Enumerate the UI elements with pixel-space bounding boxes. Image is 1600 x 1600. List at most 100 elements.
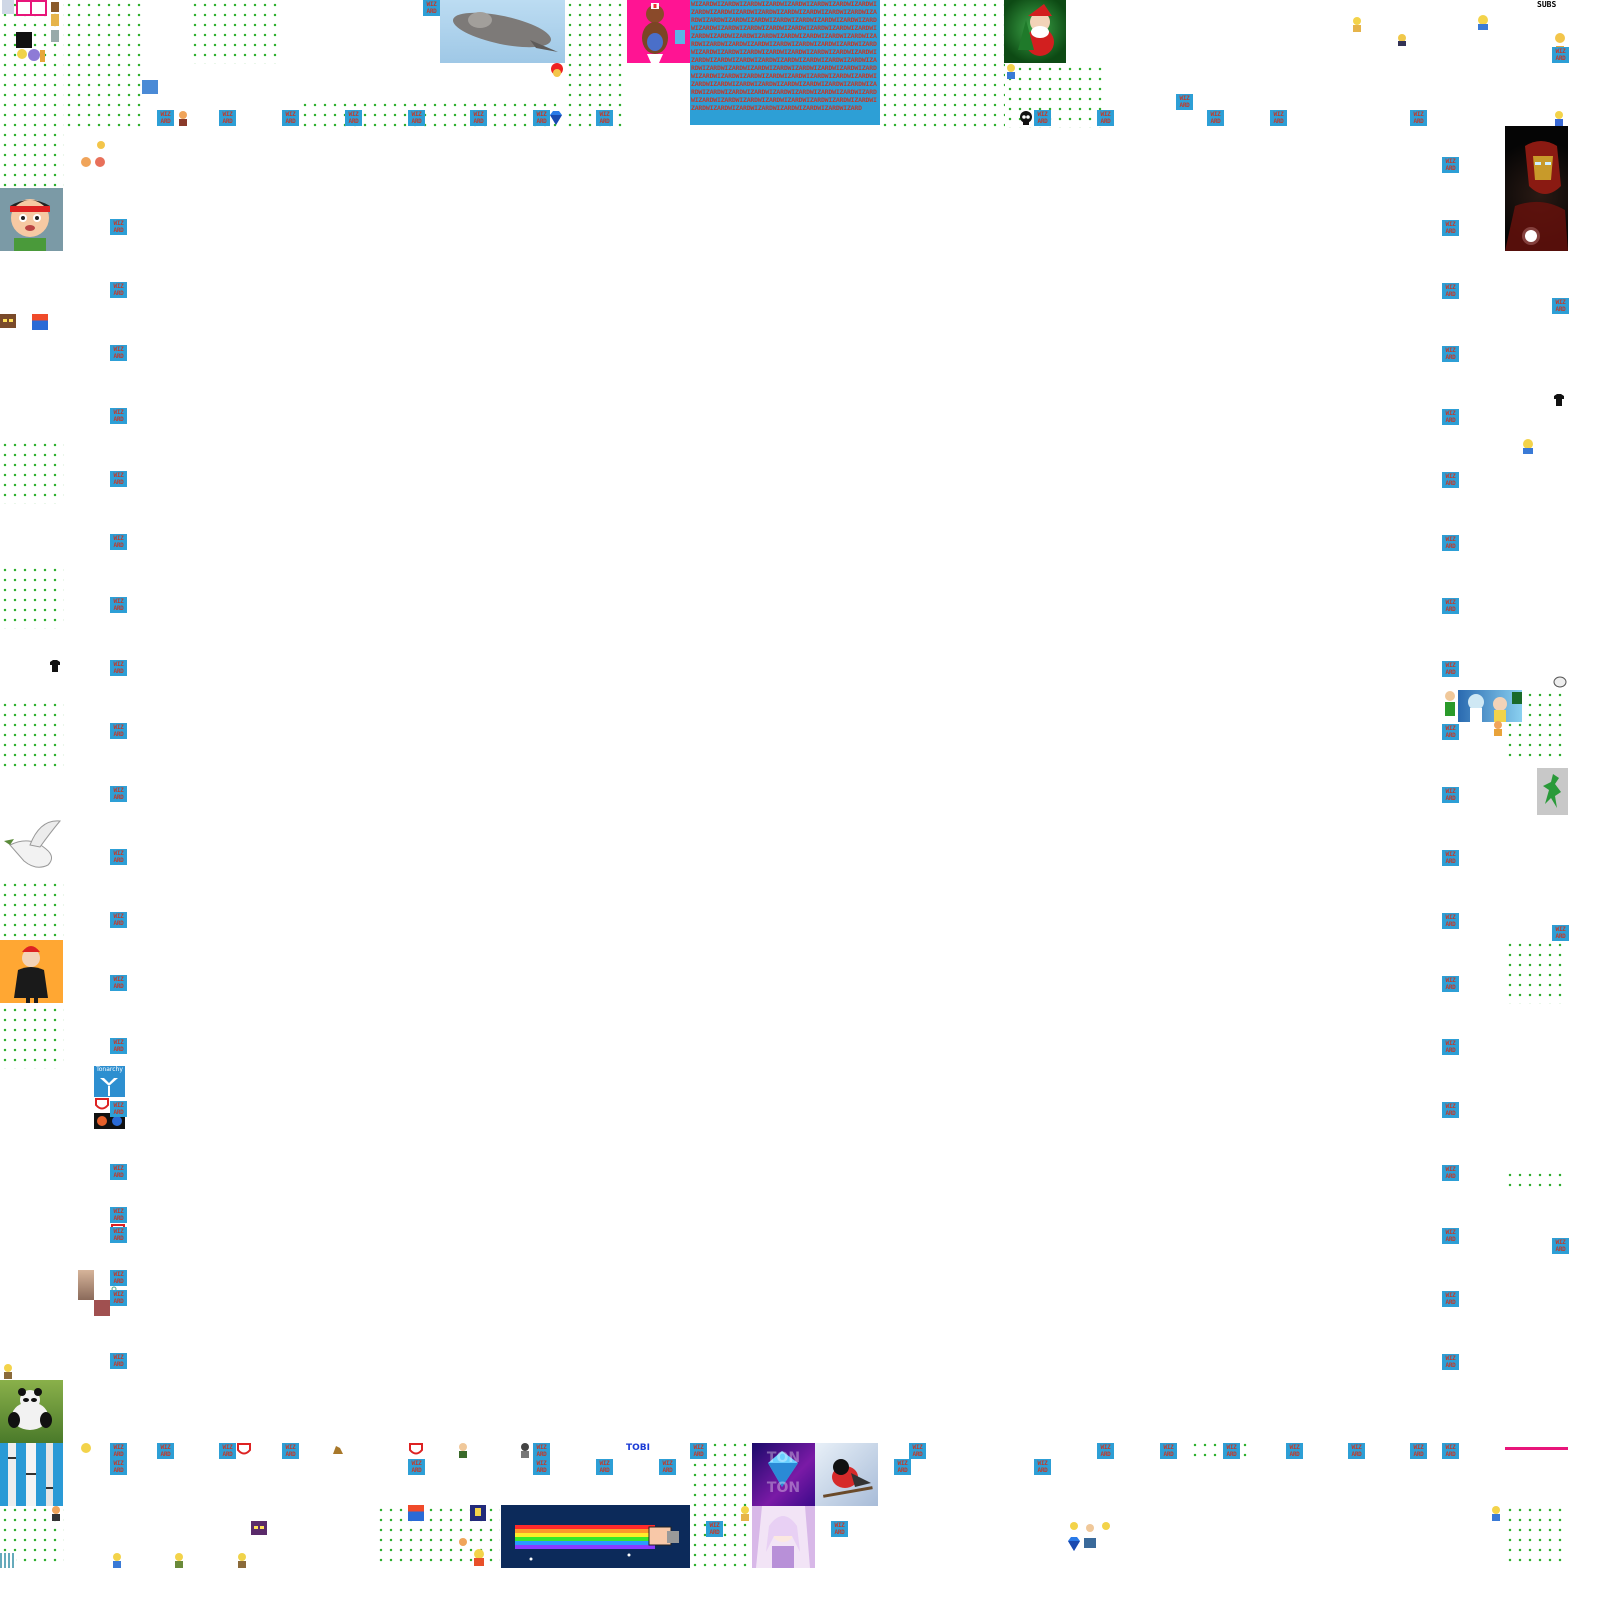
dot-pattern-area xyxy=(565,0,627,128)
character-sprite-icon xyxy=(1488,1505,1504,1521)
dot-pattern-area xyxy=(300,100,560,128)
character-sprite-icon xyxy=(1350,16,1364,32)
wizard-tile: WIZ ARD xyxy=(1442,787,1459,803)
character-sprite-icon xyxy=(455,1536,487,1566)
wizard-tile-bottom-text: ARD xyxy=(1351,1451,1362,1458)
wizard-tile: WIZ ARD xyxy=(1442,283,1459,299)
wizard-tile-bottom-text: ARD xyxy=(1273,118,1284,125)
wizard-tile-top-text: WIZ xyxy=(709,1522,720,1529)
wizard-tile-top-text: WIZ xyxy=(1210,111,1221,118)
character-sprite-icon xyxy=(738,1505,752,1521)
orange-character-image xyxy=(0,940,63,1003)
wizard-tile: WIZ ARD xyxy=(110,345,127,361)
character-sprite-icon xyxy=(1490,720,1506,736)
wizard-tile-top-text: WIZ xyxy=(1445,158,1456,165)
face-photo-icon xyxy=(78,1270,94,1300)
wizard-tile-top-text: WIZ xyxy=(113,1039,124,1046)
wizard-tile-top-text: WIZ xyxy=(536,111,547,118)
wizard-tile-top-text: WIZ xyxy=(285,1444,296,1451)
diamond-icon xyxy=(548,110,564,126)
wizard-tile: WIZ ARD xyxy=(1442,1165,1459,1181)
character-sprite-icon xyxy=(1005,63,1017,79)
wizard-tile-top-text: WIZ xyxy=(1445,536,1456,543)
wizard-tile-bottom-text: ARD xyxy=(113,668,124,675)
dragon-image xyxy=(1537,768,1568,815)
wizard-tile-top-text: WIZ xyxy=(113,724,124,731)
wizard-tile-top-text: WIZ xyxy=(1445,1444,1456,1451)
bubble-icon xyxy=(1552,674,1568,690)
sunset-sprite-icon xyxy=(32,314,48,330)
dot-pattern-area xyxy=(0,880,64,940)
wizard-tile: WIZ ARD xyxy=(1442,1354,1459,1370)
wizard-tile: WIZ ARD xyxy=(110,1459,127,1475)
wizard-tile: WIZ ARD xyxy=(1552,47,1569,63)
simpson-sprite-icon xyxy=(48,0,62,48)
wizard-tile-top-text: WIZ xyxy=(426,1,437,8)
wizard-tile: WIZ ARD xyxy=(157,110,174,126)
wizard-tile-top-text: WIZ xyxy=(1273,111,1284,118)
character-sprite-icon xyxy=(176,110,190,126)
wizard-tile: WIZ ARD xyxy=(1223,1443,1240,1459)
wizard-tile-bottom-text: ARD xyxy=(113,1451,124,1458)
wizard-tile-bottom-text: ARD xyxy=(1555,933,1566,940)
wizard-tile-bottom-text: ARD xyxy=(1100,1451,1111,1458)
wizard-tile: WIZ ARD xyxy=(1270,110,1287,126)
wizard-tile-top-text: WIZ xyxy=(113,283,124,290)
wizard-tile: WIZ ARD xyxy=(1442,598,1459,614)
rick-morty-image xyxy=(1458,690,1522,722)
wizard-tile-bottom-text: ARD xyxy=(662,1467,673,1474)
wizard-tile-top-text: WIZ xyxy=(1413,111,1424,118)
santa-image xyxy=(1004,0,1066,63)
wizard-tile: WIZ ARD xyxy=(219,1443,236,1459)
wizard-tile-bottom-text: ARD xyxy=(473,118,484,125)
wizard-tile-bottom-text: ARD xyxy=(113,1235,124,1242)
wizard-tile: WIZ ARD xyxy=(1442,913,1459,929)
characters-sprite-icon xyxy=(16,48,46,64)
wizard-tile: WIZ ARD xyxy=(1207,110,1224,126)
wizard-tile: WIZ ARD xyxy=(1442,535,1459,551)
wizard-tile-top-text: WIZ xyxy=(1445,1103,1456,1110)
wizard-tile-top-text: WIZ xyxy=(113,346,124,353)
wizard-tile: WIZ ARD xyxy=(1442,157,1459,173)
wizard-tile-bottom-text: ARD xyxy=(1555,306,1566,313)
wizard-tile-top-text: WIZ xyxy=(662,1460,673,1467)
character-sprite-icon xyxy=(172,1552,186,1568)
wizard-tile-top-text: WIZ xyxy=(113,1165,124,1172)
wizard-tile-top-text: WIZ xyxy=(113,661,124,668)
wizard-tile: WIZ ARD xyxy=(110,975,127,991)
pixel-face-icon xyxy=(0,314,16,328)
wizard-tile: WIZ ARD xyxy=(1348,1443,1365,1459)
wizard-tile-top-text: WIZ xyxy=(1445,599,1456,606)
dot-pattern-area xyxy=(690,1440,752,1568)
wizard-tile-bottom-text: ARD xyxy=(113,1467,124,1474)
dot-pattern-area xyxy=(1505,1170,1568,1190)
wizard-tile: WIZ ARD xyxy=(110,534,127,550)
wizard-tile-bottom-text: ARD xyxy=(1445,480,1456,487)
birch-trees-image xyxy=(0,1443,63,1506)
tobi-label: TOBI xyxy=(626,1443,650,1453)
wizard-tile-top-text: WIZ xyxy=(113,1354,124,1361)
wizard-tile-top-text: WIZ xyxy=(160,111,171,118)
wizard-tile-top-text: WIZ xyxy=(113,472,124,479)
wizard-tile-bottom-text: ARD xyxy=(1445,228,1456,235)
dog-sprite-icon xyxy=(330,1442,346,1458)
wizard-tile: WIZ ARD xyxy=(1097,1443,1114,1459)
character-sprite-icon xyxy=(235,1552,249,1568)
character-sprite-icon xyxy=(1475,14,1491,30)
wizard-tile-bottom-text: ARD xyxy=(1179,102,1190,109)
wizard-tile-bottom-text: ARD xyxy=(1100,118,1111,125)
character-sprite-icon xyxy=(455,1442,471,1458)
wizard-tile-bottom-text: ARD xyxy=(113,794,124,801)
wizard-tile-top-text: WIZ xyxy=(222,111,233,118)
pixel-face-icon xyxy=(2,0,14,14)
wizard-tile: WIZ ARD xyxy=(690,1443,707,1459)
character-sprite-icon xyxy=(1395,32,1409,46)
face-photo-icon xyxy=(94,1300,110,1316)
wizard-tile-bottom-text: ARD xyxy=(1037,1467,1048,1474)
wizard-tile: WIZ ARD xyxy=(1442,1228,1459,1244)
wizard-tile: WIZ ARD xyxy=(831,1521,848,1537)
wizard-tile-bottom-text: ARD xyxy=(1445,1173,1456,1180)
wizard-tile-top-text: WIZ xyxy=(1445,788,1456,795)
wizard-tile-top-text: WIZ xyxy=(1351,1444,1362,1451)
dot-pattern-area xyxy=(1190,1440,1250,1460)
